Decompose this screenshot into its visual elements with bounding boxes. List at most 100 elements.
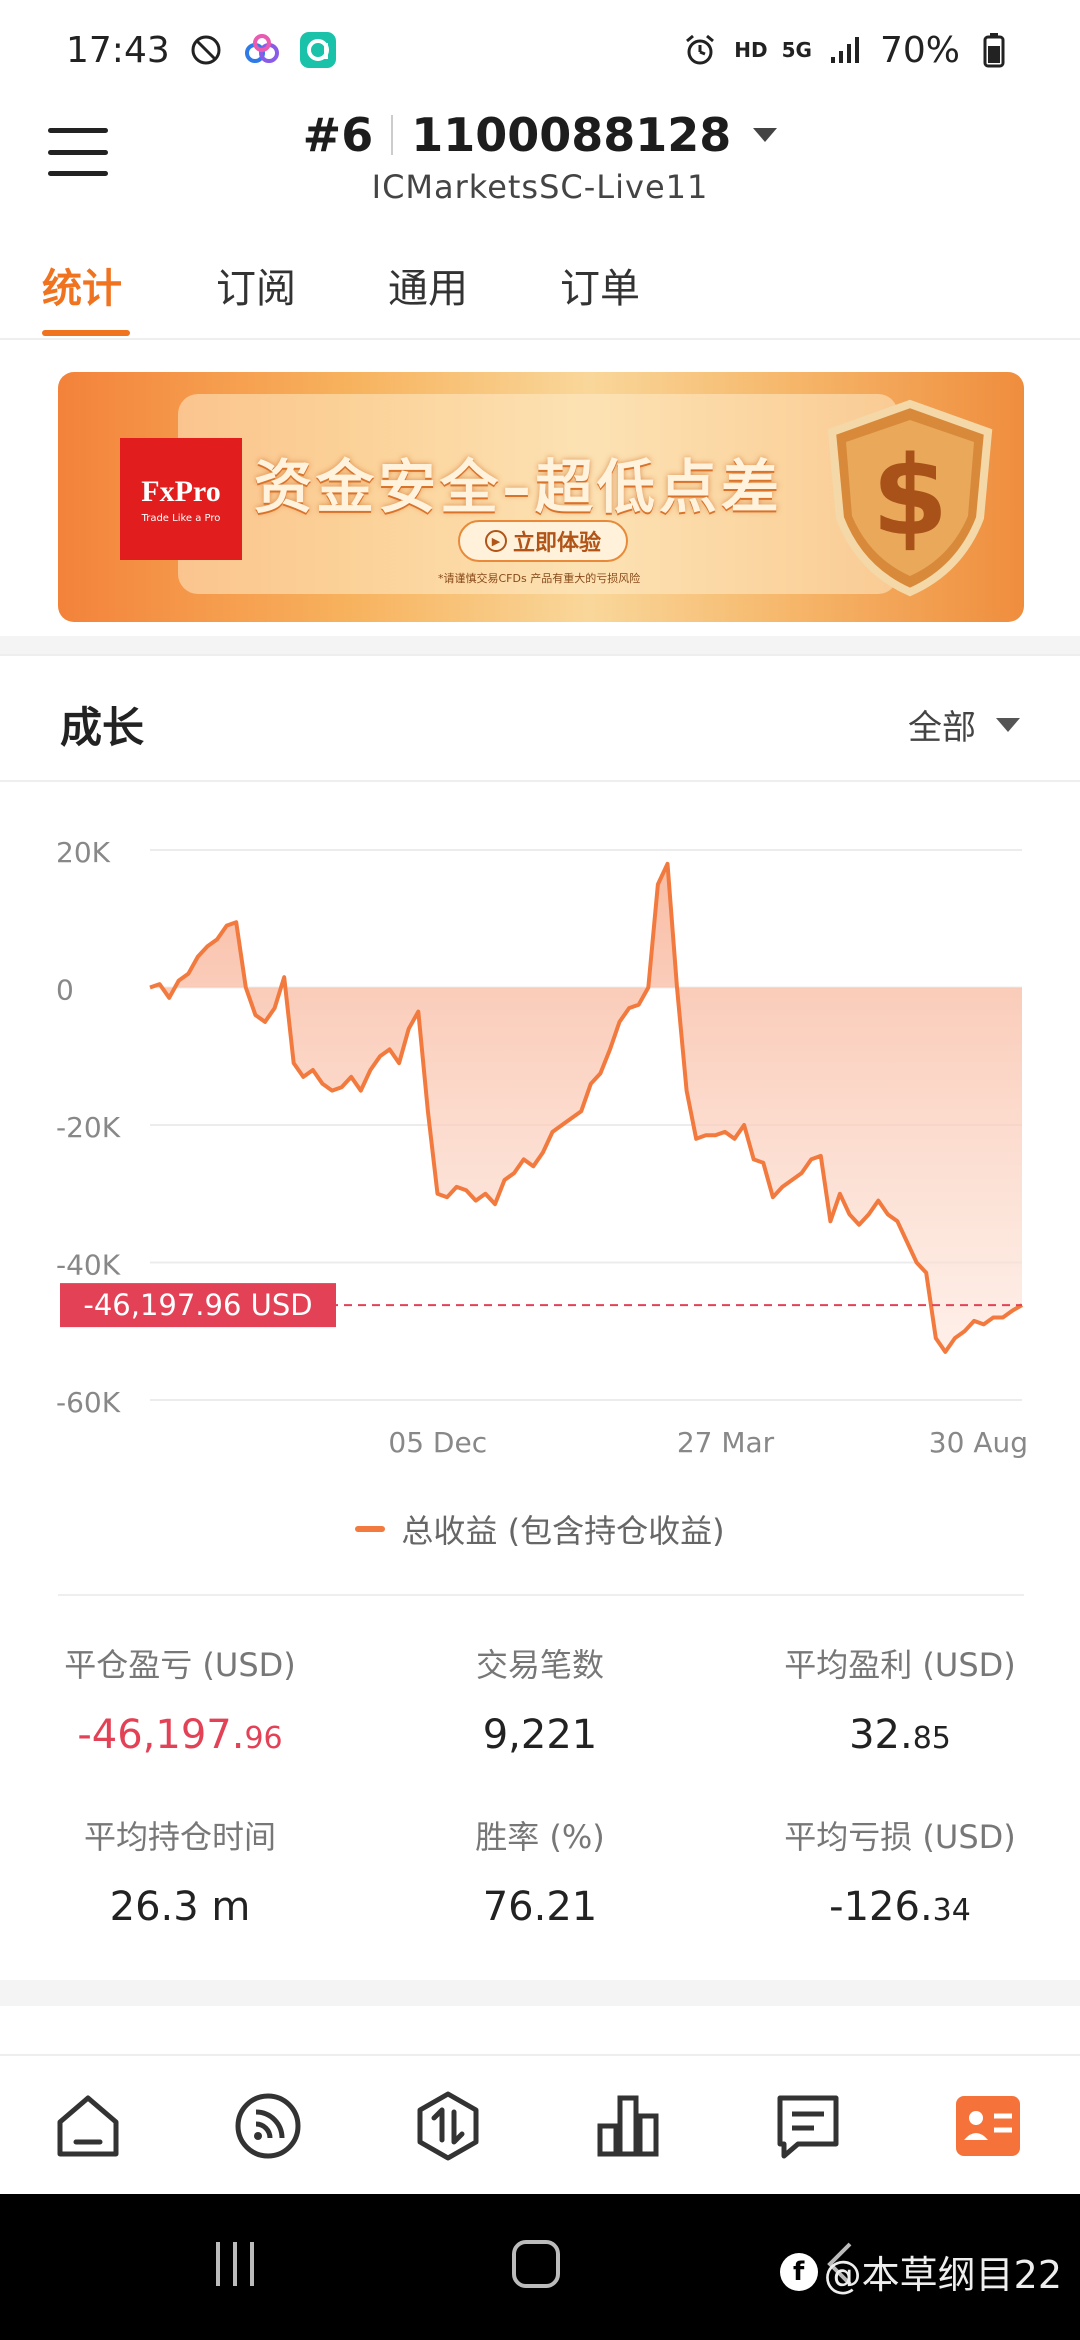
chevron-down-icon [996, 717, 1020, 732]
tab-statistics[interactable]: 统计 [42, 256, 122, 314]
growth-chart: 20K 0 -20K -40K -60K 05 Dec 27 Mar 30 Aug -46,19… [0, 800, 1080, 1480]
alarm-icon [680, 30, 720, 70]
stat-value-int: 32. [849, 1712, 913, 1758]
stat-value-dec: 34 [932, 1893, 971, 1928]
nav-profile[interactable] [952, 2090, 1024, 2162]
legend-label: 总收益 (包含持仓收益) [401, 1512, 725, 1550]
nav-home[interactable] [52, 2090, 124, 2162]
messages-icon [777, 2095, 839, 2159]
x-tick-label: 27 Mar [677, 1426, 775, 1459]
dollar-shield-icon: $ [827, 399, 993, 597]
stat-label: 胜率 (%) [475, 1818, 605, 1856]
series-area [150, 863, 1022, 1352]
y-tick-label: 20K [56, 836, 111, 869]
watermark-text: @本草纲目22 [823, 2253, 1062, 2297]
chevron-down-icon [753, 128, 778, 142]
tab-orders[interactable]: 订单 [560, 256, 640, 314]
account-separator [391, 115, 394, 155]
feed-icon [235, 2093, 301, 2159]
y-tick-label: 0 [56, 974, 74, 1007]
stat-value: 32.85 [720, 1712, 1080, 1758]
nav-feed[interactable] [232, 2090, 304, 2162]
signal-type-label: 5G [781, 38, 812, 62]
tab-subscription[interactable]: 订阅 [216, 256, 296, 314]
status-bar: 17:43 HD 5G 70% [0, 0, 1080, 100]
stat-avg-profit: 平均盈利 (USD) 32.85 [720, 1640, 1080, 1758]
account-selector[interactable]: #6 1100088128 [0, 108, 1080, 162]
range-dropdown[interactable]: 全部 [908, 700, 1020, 749]
stat-win-rate: 胜率 (%) 76.21 [360, 1812, 720, 1930]
stat-value: 76.21 [360, 1884, 720, 1930]
nav-charts[interactable] [592, 2090, 664, 2162]
no-disturb-icon [186, 30, 226, 70]
banner-disclaimer: *请谨慎交易CFDs 产品有重大的亏损风险 [438, 572, 641, 585]
stat-value-int: 9,221 [482, 1712, 598, 1758]
stat-value-int: -46,197. [77, 1712, 245, 1758]
bottom-nav [0, 2054, 1080, 2194]
signal-icon [826, 30, 866, 70]
stat-value-dec: 96 [244, 1721, 283, 1756]
banner-headline: 资金安全–超低点差 [254, 453, 784, 521]
stat-value: 9,221 [360, 1712, 720, 1758]
stats-divider [58, 1594, 1024, 1596]
account-index: #6 [302, 108, 374, 162]
banner-cta-label: 立即体验 [512, 531, 601, 556]
stat-value-int: 26.3 m [109, 1884, 251, 1930]
home-nav-icon [512, 2240, 560, 2288]
tab-general[interactable]: 通用 [388, 256, 468, 314]
cloud-app-icon [242, 30, 282, 70]
legend-swatch [355, 1526, 386, 1532]
stat-trade-count: 交易笔数 9,221 [360, 1640, 720, 1758]
stat-closed-pnl: 平仓盈亏 (USD) -46,197.96 [0, 1640, 360, 1758]
x-tick-label: 05 Dec [388, 1426, 487, 1459]
stat-value: -46,197.96 [0, 1712, 360, 1758]
y-tick-label: -60K [56, 1386, 121, 1419]
active-tab-indicator [42, 330, 130, 336]
stat-value: 26.3 m [0, 1884, 360, 1930]
stat-label: 交易笔数 [475, 1646, 604, 1684]
watermark: f @本草纲目22 [779, 2244, 1062, 2299]
x-tick-label: 30 Aug [929, 1426, 1028, 1459]
nav-trade[interactable] [412, 2090, 484, 2162]
section-spacer [0, 1980, 1080, 2006]
stat-label: 平均亏损 (USD) [784, 1818, 1016, 1856]
chart-icon [597, 2095, 659, 2157]
fxpro-logo: FxPro Trade Like a Pro [120, 438, 242, 560]
current-value-label: -46,197.96 USD [83, 1288, 312, 1322]
stat-label: 平均持仓时间 [83, 1818, 276, 1856]
stat-value-dec: 85 [912, 1721, 951, 1756]
battery-percent: 70% [879, 29, 960, 71]
network-label: HD [734, 38, 768, 62]
home-icon [57, 2095, 119, 2157]
stat-avg-loss: 平均亏损 (USD) -126.34 [720, 1812, 1080, 1930]
recent-apps-icon [216, 2242, 254, 2286]
range-selected-label: 全部 [908, 708, 976, 748]
stat-value-int: -126. [829, 1884, 933, 1930]
growth-title: 成长 [60, 703, 145, 752]
chart-legend: 总收益 (包含持仓收益) [0, 1506, 1080, 1552]
y-tick-label: -20K [56, 1111, 121, 1144]
stat-avg-hold-time: 平均持仓时间 26.3 m [0, 1812, 360, 1930]
home-button[interactable] [508, 2236, 564, 2296]
brand-name: FxPro [141, 474, 221, 508]
server-name: ICMarketsSC-Live11 [371, 168, 709, 206]
banner-cta-button[interactable]: ▶ 立即体验 [458, 520, 628, 562]
trade-icon [417, 2091, 479, 2161]
watermark-logo-icon: f [779, 2252, 818, 2291]
system-nav-bar: f @本草纲目22 [0, 2194, 1080, 2340]
y-tick-label: -40K [56, 1249, 121, 1282]
nav-messages[interactable] [772, 2090, 844, 2162]
stat-label: 平仓盈亏 (USD) [64, 1646, 296, 1684]
account-number: 1100088128 [411, 108, 732, 162]
battery-icon [974, 30, 1014, 70]
section-spacer [0, 636, 1080, 656]
status-left: 17:43 [66, 30, 338, 71]
stat-value: -126.34 [720, 1884, 1080, 1930]
play-icon: ▶ [484, 530, 507, 552]
account-header: #6 1100088128 ICMarketsSC-Live11 [0, 100, 1080, 220]
recent-apps-button[interactable] [210, 2236, 260, 2296]
promo-banner[interactable]: FxPro Trade Like a Pro 资金安全–超低点差 ▶ 立即体验 … [58, 372, 1024, 622]
profile-icon [956, 2096, 1020, 2156]
brand-tagline: Trade Like a Pro [141, 512, 221, 524]
svg-text:$: $ [872, 432, 949, 560]
